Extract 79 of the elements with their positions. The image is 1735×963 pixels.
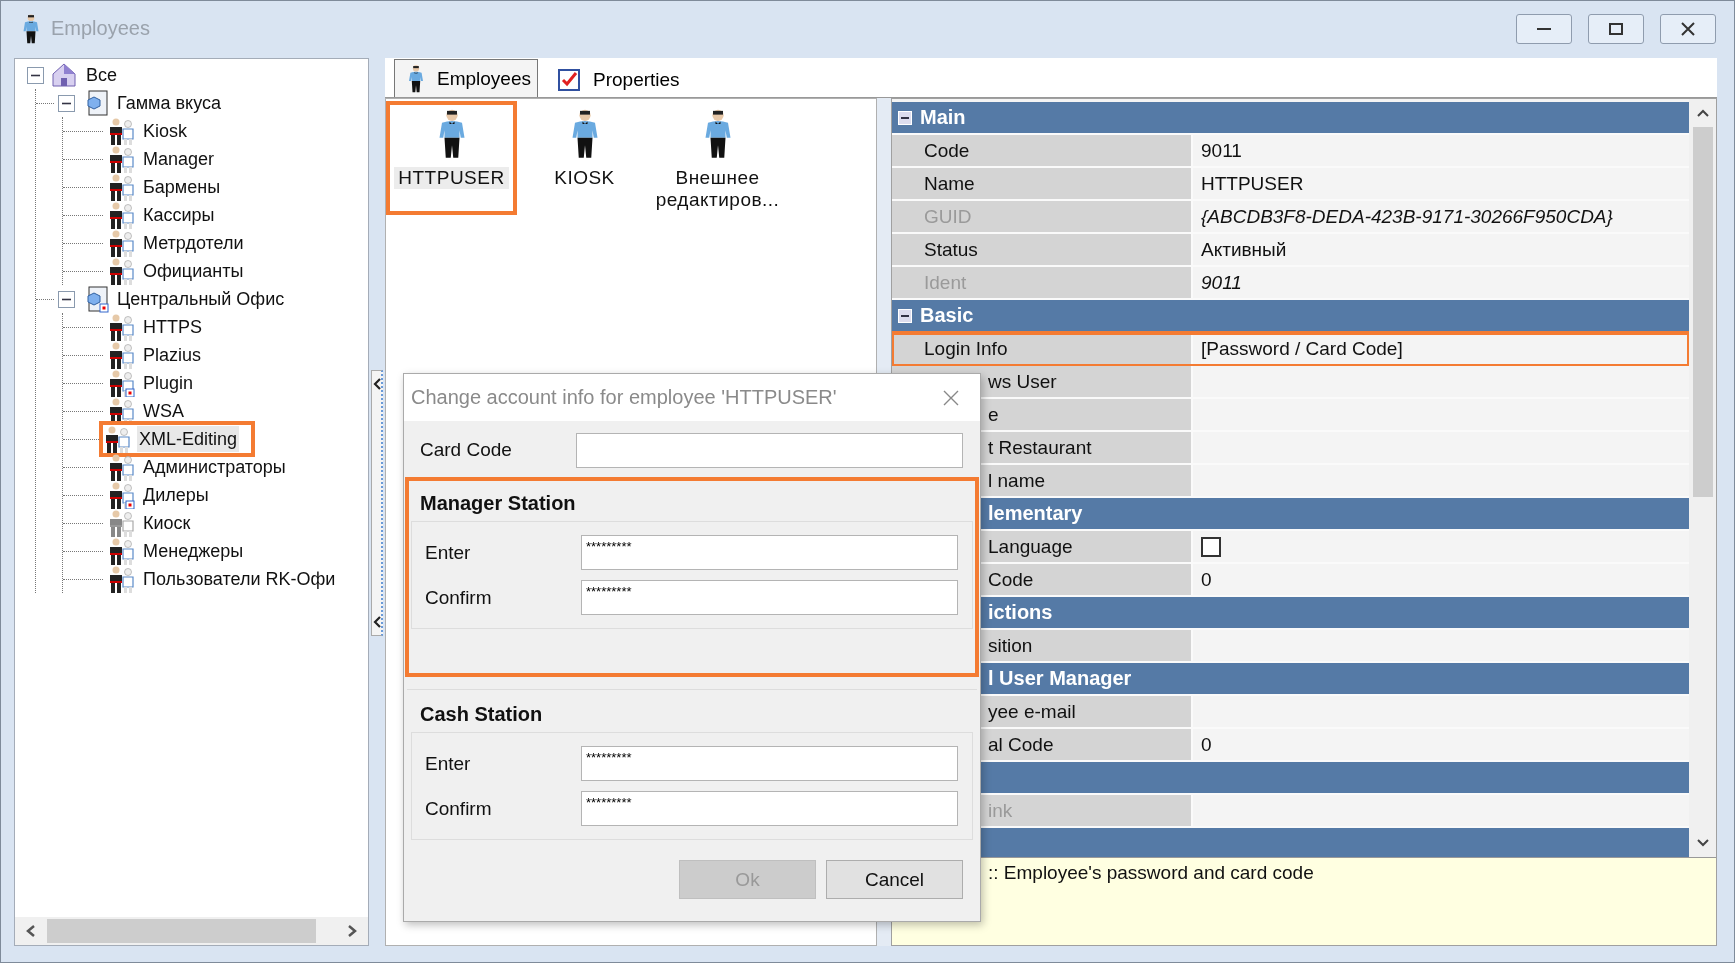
property-label: Name xyxy=(892,168,1193,199)
tree-item[interactable]: Plazius xyxy=(141,342,204,368)
property-label: Login Info xyxy=(892,333,1193,364)
tree-item[interactable]: Центральный Офис xyxy=(115,286,287,312)
tree-item[interactable]: Менеджеры xyxy=(141,538,246,564)
category-title: ictions xyxy=(988,601,1053,624)
maximize-button[interactable] xyxy=(1588,13,1644,44)
collapse-icon xyxy=(898,308,912,323)
window-title: Employees xyxy=(51,17,150,40)
employees-icon xyxy=(107,257,135,285)
employees-icon xyxy=(107,453,135,481)
tab[interactable]: Employees xyxy=(394,59,538,97)
field-label: Confirm xyxy=(425,797,493,820)
employee-item[interactable]: Внешнее редактиров... xyxy=(654,103,781,213)
employees-icon xyxy=(107,537,135,565)
employees-icon xyxy=(107,565,135,593)
group-title: Manager Station xyxy=(419,490,577,516)
category-title: Main xyxy=(920,106,966,129)
tree-item[interactable]: Метрдотели xyxy=(141,230,246,256)
tree-item[interactable]: Администраторы xyxy=(141,454,288,480)
employees-icon xyxy=(107,173,135,201)
house-icon xyxy=(50,61,78,89)
property-label: GUID xyxy=(892,201,1193,232)
category-title: Basic xyxy=(920,304,974,327)
splitter-bar[interactable] xyxy=(371,370,383,636)
dialog-title: Change account info for employee 'HTTPUSER' xyxy=(411,386,838,409)
employees-icon xyxy=(107,117,135,145)
scrollbar-thumb[interactable] xyxy=(1692,127,1713,497)
tree-item[interactable]: Kiosk xyxy=(141,118,189,144)
person-icon xyxy=(21,13,41,44)
tree-item[interactable]: Все xyxy=(84,62,120,88)
employees-icon xyxy=(107,341,135,369)
tree-item[interactable]: Бармены xyxy=(141,174,223,200)
checkbox[interactable] xyxy=(1201,536,1221,557)
tree-item[interactable]: Гамма вкуса xyxy=(115,90,223,116)
employees-icon xyxy=(107,201,135,229)
employees-icon xyxy=(107,229,135,257)
group-title: Cash Station xyxy=(419,701,544,727)
category-title: l User Manager xyxy=(988,667,1132,690)
employees-icon xyxy=(107,313,135,341)
field-label: Enter xyxy=(425,752,472,775)
scrollbar-thumb[interactable] xyxy=(47,919,316,943)
property-label: Code xyxy=(892,135,1193,166)
tree-item[interactable]: Пользователи RK-Офи xyxy=(141,566,338,592)
close-icon xyxy=(1681,21,1695,36)
property-label: Ident xyxy=(892,267,1193,298)
collapse-icon xyxy=(898,110,912,125)
input-field[interactable]: ********* xyxy=(581,580,958,615)
tree-item[interactable]: HTTPS xyxy=(141,314,204,340)
employee-item[interactable]: KIOSK xyxy=(521,103,648,213)
property-label: Status xyxy=(892,234,1193,265)
person-icon xyxy=(407,64,425,93)
field-label: Card Code xyxy=(420,439,513,461)
tree-item[interactable]: Официанты xyxy=(141,258,246,284)
checklist-icon xyxy=(557,67,581,92)
employees-icon xyxy=(103,425,131,453)
dialog-button[interactable]: Cancel xyxy=(826,860,963,899)
tree-item[interactable]: Plugin xyxy=(141,370,196,396)
minimize-icon xyxy=(1537,27,1551,30)
minimize-button[interactable] xyxy=(1516,13,1572,44)
close-button[interactable] xyxy=(1660,13,1716,44)
field-label: Enter xyxy=(425,541,472,564)
close-icon xyxy=(942,388,960,407)
input-field[interactable]: ********* xyxy=(581,535,958,570)
field-label: Confirm xyxy=(425,586,493,609)
category-title: lementary xyxy=(988,502,1083,525)
tree-item[interactable]: Кассиры xyxy=(141,202,217,228)
employee-item[interactable]: HTTPUSER xyxy=(388,103,515,213)
input-field[interactable]: ********* xyxy=(581,791,958,826)
tree-item[interactable]: WSA xyxy=(141,398,186,424)
tree-item[interactable]: XML-Editing xyxy=(137,426,240,452)
chevron-left-icon xyxy=(371,615,382,629)
maximize-icon xyxy=(1609,22,1623,35)
employees-icon xyxy=(107,145,135,173)
tree-item[interactable]: Manager xyxy=(141,146,217,172)
input-field[interactable] xyxy=(576,432,963,468)
input-field[interactable]: ********* xyxy=(581,746,958,781)
chevron-left-icon xyxy=(371,377,382,391)
tree-item[interactable]: Дилеры xyxy=(141,482,211,508)
